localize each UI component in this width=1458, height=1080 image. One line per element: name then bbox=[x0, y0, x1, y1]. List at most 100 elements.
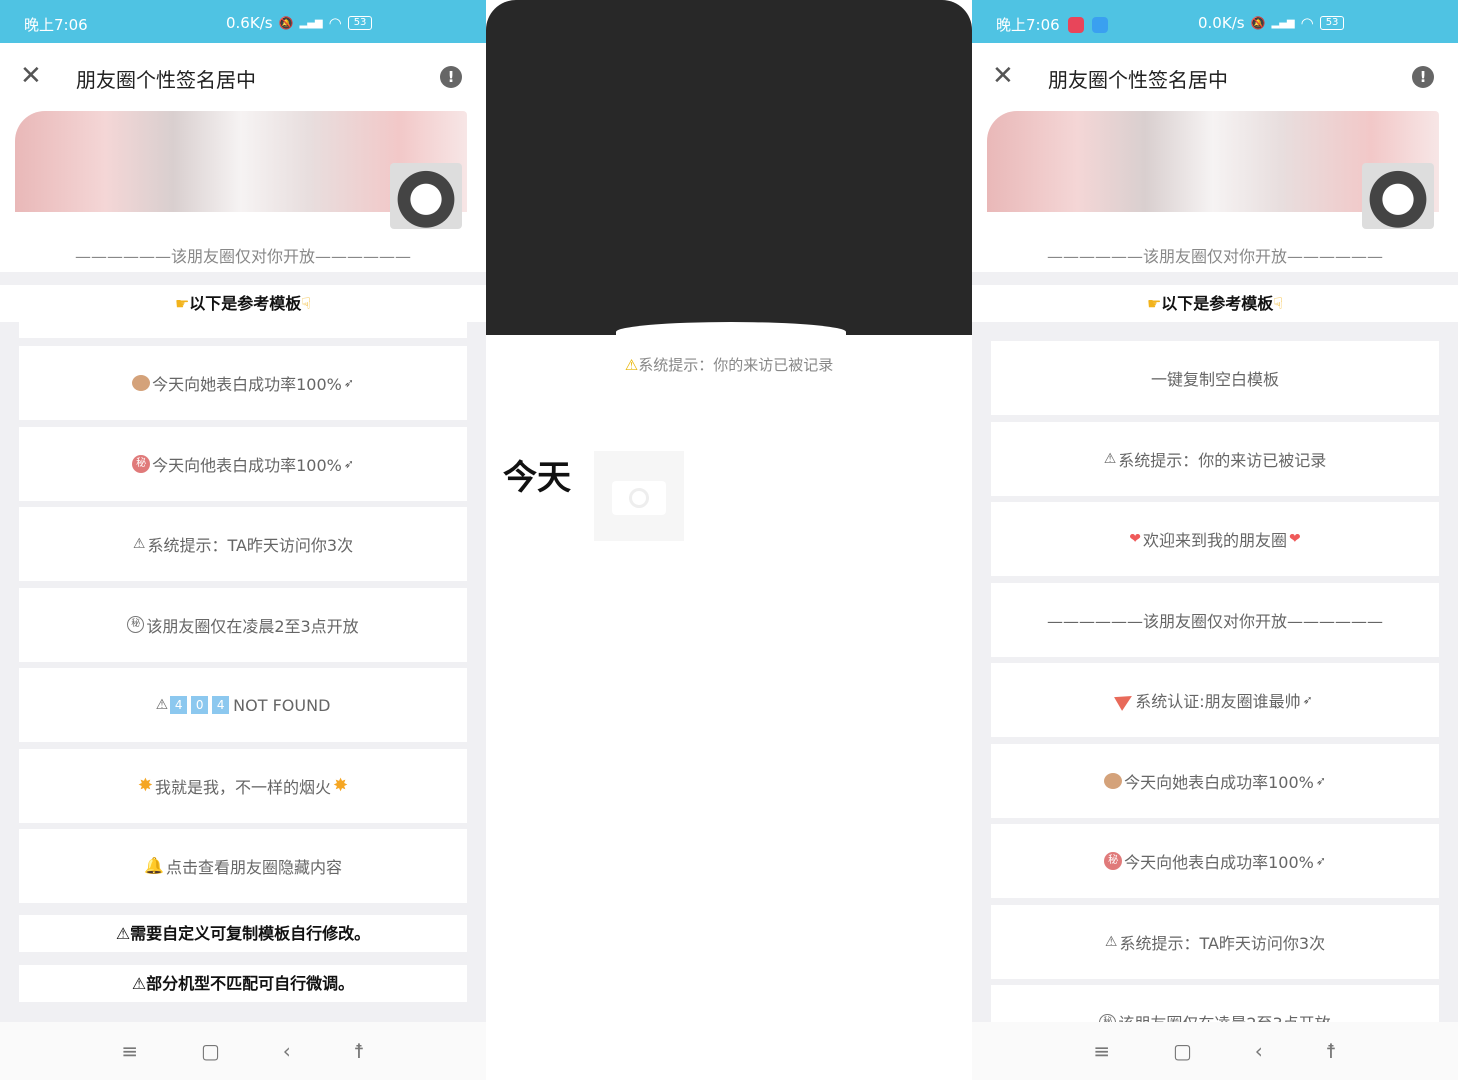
template-card[interactable]: 今天向她表白成功率100% ➶ bbox=[991, 743, 1439, 818]
visit-recorded-tip: ⚠系统提示：你的来访已被记录 bbox=[486, 354, 972, 375]
template-card[interactable]: 秘今天向他表白成功率100% ➶ bbox=[991, 824, 1439, 898]
open-only-to-you-text: ——————该朋友圈仅对你开放—————— bbox=[74, 247, 411, 266]
page-title: 朋友圈个性签名居中 bbox=[76, 68, 256, 92]
cover-image-dark bbox=[486, 0, 972, 335]
point-down-icon: ☟ bbox=[301, 294, 312, 313]
point-down-icon: ☟ bbox=[1273, 294, 1284, 313]
status-time: 晚上7:06 bbox=[24, 16, 88, 34]
cupid-arrow-icon: ➶ bbox=[1315, 854, 1326, 868]
card-text: 我就是我，不一样的烟火 bbox=[154, 777, 331, 797]
bell-icon: 🔔 bbox=[144, 856, 164, 875]
template-list: 今天向她表白成功率100% ➶ 秘今天向他表白成功率100% ➶ ⚠ 系统提示：TA昨天访… bbox=[19, 322, 467, 910]
home-icon[interactable]: ▢ bbox=[1173, 1039, 1192, 1063]
template-card[interactable]: 秘该朋友圈仅在凌晨2至3点开放 bbox=[19, 587, 467, 662]
custom-note: ⚠部分机型不匹配可自行微调。 bbox=[19, 965, 467, 1002]
open-only-to-you-text: ——————该朋友圈仅对你开放—————— bbox=[1046, 247, 1383, 266]
app-notification-icon bbox=[1067, 16, 1084, 33]
app-header: ✕ 朋友圈个性签名居中! bbox=[0, 43, 486, 111]
date-label: 今天 bbox=[503, 458, 571, 498]
report-icon[interactable]: ! bbox=[440, 66, 462, 88]
heart-icon: ❤ bbox=[1129, 531, 1141, 547]
template-card[interactable]: ——————该朋友圈仅对你开放—————— bbox=[991, 582, 1439, 657]
home-icon[interactable]: ▢ bbox=[201, 1039, 220, 1063]
mute-icon: 🔕 bbox=[1250, 16, 1266, 30]
cover-edge bbox=[616, 322, 846, 342]
card-text: 系统提示：TA昨天访问你3次 bbox=[1119, 933, 1326, 953]
template-header: ☛以下是参考模板☟ bbox=[972, 285, 1458, 322]
page-title: 朋友圈个性签名居中 bbox=[1048, 68, 1228, 92]
avatar[interactable] bbox=[390, 163, 462, 229]
template-card[interactable]: ⚠ 系统提示：你的来访已被记录 bbox=[991, 421, 1439, 496]
avatar[interactable] bbox=[1362, 163, 1434, 229]
template-card[interactable]: 一键复制空白模板 bbox=[991, 341, 1439, 415]
wifi-icon: ◠ bbox=[328, 14, 342, 32]
see-no-evil-monkey-icon bbox=[132, 375, 151, 391]
card-text: 该朋友圈仅在凌晨2至3点开放 bbox=[146, 616, 359, 636]
template-card[interactable]: 系统认证:朋友圈谁最帅 ➶ bbox=[991, 663, 1439, 737]
template-card[interactable]: 今天向她表白成功率100% ➶ bbox=[19, 346, 467, 420]
warning-outline-icon: ⚠ bbox=[132, 536, 146, 552]
megaphone-icon bbox=[1114, 689, 1137, 711]
template-label: 以下是参考模板 bbox=[1161, 294, 1274, 313]
accessibility-icon[interactable]: ☨ bbox=[1326, 1039, 1337, 1063]
navigation-bar: ≡ ▢ ‹ ☨ bbox=[0, 1022, 486, 1080]
cupid-arrow-icon: ➶ bbox=[1315, 773, 1326, 788]
phone-screen-left: 晚上7:06 0.6K/s 🔕 ▂▄▆ ◠ 53 ✕ 朋友圈个性签名居中! ——————该朋友圈… bbox=[0, 0, 486, 1080]
circled-secret-icon: 秘 bbox=[127, 616, 145, 633]
status-time: 晚上7:06 bbox=[996, 16, 1060, 34]
status-indicators: 0.0K/s 🔕 ▂▄▆ ◠ 53 bbox=[1198, 14, 1345, 32]
close-icon[interactable]: ✕ bbox=[20, 63, 42, 89]
card-text: 点击查看朋友圈隐藏内容 bbox=[165, 858, 342, 877]
warning-icon: ⚠ bbox=[624, 356, 639, 374]
add-photo-button[interactable] bbox=[594, 451, 684, 541]
warning-outline-icon: ⚠ bbox=[1104, 933, 1118, 950]
card-text: ——————该朋友圈仅对你开放—————— bbox=[1046, 611, 1383, 631]
secret-badge-icon: 秘 bbox=[1104, 852, 1123, 870]
menu-icon[interactable]: ≡ bbox=[121, 1039, 138, 1063]
collision-icon: ✸ bbox=[137, 774, 153, 796]
signal-icon: ▂▄▆ bbox=[1271, 17, 1295, 29]
template-card[interactable]: ⚠ 4 0 4 NOT FOUND bbox=[19, 668, 467, 742]
cupid-arrow-icon: ➶ bbox=[343, 456, 354, 471]
collision-icon: ✸ bbox=[333, 774, 349, 796]
battery-icon: 53 bbox=[1319, 16, 1345, 30]
template-card[interactable]: ✸ 我就是我，不一样的烟火 ✸ bbox=[19, 748, 467, 823]
card-text: NOT FOUND bbox=[233, 695, 331, 715]
back-icon[interactable]: ‹ bbox=[283, 1039, 291, 1063]
cupid-arrow-icon: ➶ bbox=[1302, 693, 1313, 707]
card-text: 系统提示：你的来访已被记录 bbox=[1118, 450, 1327, 470]
template-card[interactable]: 秘今天向他表白成功率100% ➶ bbox=[19, 426, 467, 501]
report-icon[interactable]: ! bbox=[1412, 66, 1434, 88]
back-icon[interactable]: ‹ bbox=[1255, 1039, 1263, 1063]
network-speed: 0.0K/s bbox=[1198, 14, 1245, 32]
card-text: 一键复制空白模板 bbox=[1150, 370, 1279, 389]
card-text: 系统提示：TA昨天访问你3次 bbox=[147, 536, 354, 555]
card-text: 今天向她表白成功率100% bbox=[1124, 772, 1314, 792]
menu-icon[interactable]: ≡ bbox=[1093, 1039, 1110, 1063]
template-card[interactable]: ⚠ 系统提示：TA昨天访问你3次 bbox=[19, 507, 467, 581]
tip-text: 系统提示：你的来访已被记录 bbox=[638, 356, 834, 374]
warning-outline-icon: ⚠ bbox=[155, 697, 169, 713]
card-text: 今天向他表白成功率100% bbox=[152, 455, 342, 475]
signal-icon: ▂▄▆ bbox=[299, 17, 323, 29]
accessibility-icon[interactable]: ☨ bbox=[354, 1039, 365, 1063]
mute-icon: 🔕 bbox=[278, 16, 294, 30]
custom-note: ⚠需要自定义可复制模板自行修改。 bbox=[19, 915, 467, 952]
see-no-evil-monkey-icon bbox=[1104, 772, 1123, 789]
template-card[interactable]: ❤ 欢迎来到我的朋友圈 ❤ bbox=[991, 502, 1439, 576]
keycap-digit: 4 bbox=[212, 696, 230, 714]
navigation-bar: ≡ ▢ ‹ ☨ bbox=[972, 1022, 1458, 1080]
keycap-digit: 0 bbox=[191, 696, 209, 714]
card-text: 今天向他表白成功率100% bbox=[1124, 853, 1314, 872]
phone-screen-right: 晚上7:06 0.0K/s 🔕 ▂▄▆ ◠ 53 ✕ 朋友圈个性签名居中! ——————该朋友圈… bbox=[972, 0, 1458, 1080]
template-card[interactable]: 🔔 点击查看朋友圈隐藏内容 bbox=[19, 829, 467, 903]
status-bar: 晚上7:06 0.0K/s 🔕 ▂▄▆ ◠ 53 bbox=[972, 0, 1458, 43]
card-text: 今天向她表白成功率100% bbox=[152, 375, 342, 394]
warning-outline-icon: ⚠ bbox=[1103, 450, 1117, 467]
wifi-icon: ◠ bbox=[1300, 14, 1314, 32]
close-icon[interactable]: ✕ bbox=[992, 63, 1014, 89]
cupid-arrow-icon: ➶ bbox=[343, 376, 354, 390]
template-card[interactable]: ⚠ 系统提示：TA昨天访问你3次 bbox=[991, 904, 1439, 979]
app-notification-icon bbox=[1091, 16, 1108, 33]
card-text: 欢迎来到我的朋友圈 bbox=[1142, 531, 1287, 550]
